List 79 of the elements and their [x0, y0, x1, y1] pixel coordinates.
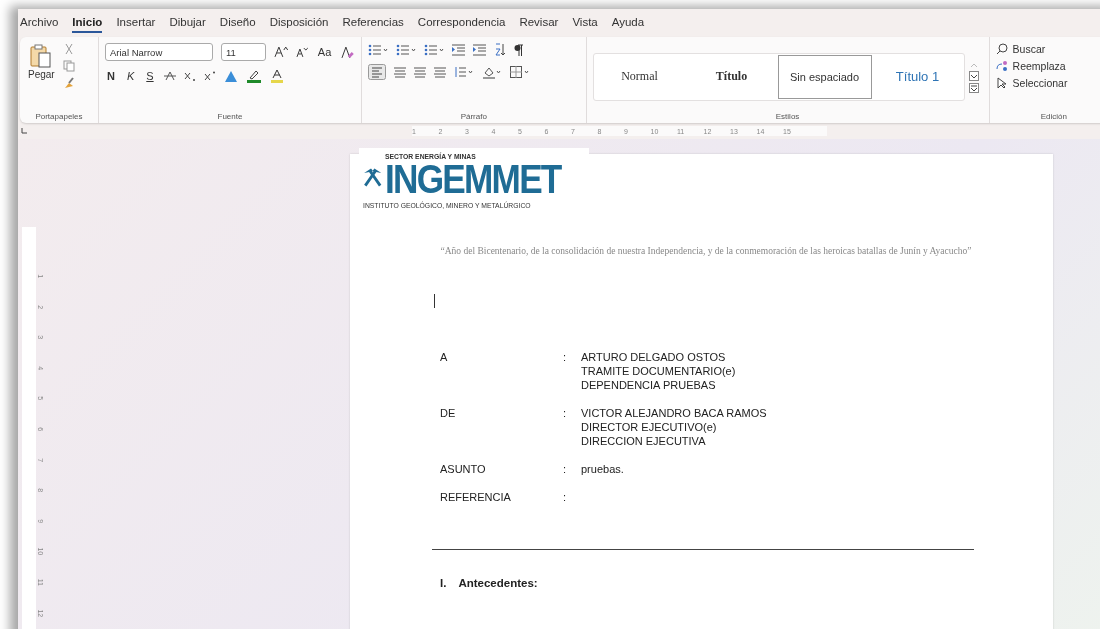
- memo-value: pruebas.: [581, 463, 624, 475]
- font-name-field[interactable]: Arial Narrow: [105, 43, 213, 61]
- memo-value: DIRECCION EJECUTIVA: [581, 435, 707, 447]
- memo-label: ASUNTO: [440, 463, 487, 475]
- memo-value: ARTURO DELGADO OSTOS: [581, 351, 727, 363]
- memo-value: DIRECTOR EJECUTIVO(e): [581, 421, 718, 433]
- text-effects-icon[interactable]: [223, 69, 238, 83]
- highlighter-icon[interactable]: [245, 69, 262, 83]
- style-option[interactable]: Título 1: [871, 54, 964, 99]
- scroll-down-icon[interactable]: [968, 70, 979, 81]
- style-option[interactable]: Sin espaciado: [777, 54, 872, 99]
- shrink-font-icon[interactable]: [296, 46, 308, 58]
- ribbon-tab[interactable]: Dibujar: [169, 13, 206, 33]
- editing-command[interactable]: Seleccionar: [995, 77, 1100, 89]
- ribbon-tab[interactable]: Revisar: [519, 13, 559, 33]
- memo-label: REFERENCIA: [440, 491, 512, 503]
- shading-icon[interactable]: [482, 65, 502, 79]
- logo-caption: INSTITUTO GEOLÓGICO, MINERO Y METALÚRGICO: [363, 201, 532, 210]
- list-icon[interactable]: [396, 43, 416, 56]
- tab-stop-icon[interactable]: [21, 128, 27, 134]
- group-label: Fuente: [216, 112, 244, 121]
- bold-button[interactable]: N: [105, 70, 117, 82]
- pilcrow-icon[interactable]: [514, 43, 523, 56]
- memo-colon: :: [563, 463, 568, 475]
- style-option[interactable]: Normal: [593, 54, 686, 99]
- memo-value: VICTOR ALEJANDRO BACA RAMOS: [581, 407, 767, 419]
- ribbon-tab[interactable]: Insertar: [116, 13, 156, 33]
- align-left-icon[interactable]: [368, 64, 386, 80]
- superscript-icon[interactable]: [203, 71, 216, 81]
- editing-command[interactable]: Reemplaza: [995, 60, 1100, 72]
- cursor-icon: [995, 77, 1008, 89]
- paste-button[interactable]: Pegar: [26, 41, 57, 112]
- font-size-field[interactable]: 11: [221, 43, 267, 61]
- logo-subtitle: SECTOR ENERGÍA Y MINAS: [385, 152, 478, 161]
- list-icon[interactable]: [368, 43, 388, 56]
- section-heading: Antecedentes:: [458, 577, 538, 589]
- memo-value: DEPENDENCIA PRUEBAS: [581, 379, 717, 391]
- ribbon-tab[interactable]: Diseño: [219, 13, 256, 33]
- ribbon-tab[interactable]: Referencias: [342, 13, 404, 33]
- memo-label: A: [440, 351, 449, 363]
- borders-icon[interactable]: [510, 66, 530, 78]
- brush-icon[interactable]: [62, 77, 75, 89]
- expand-icon[interactable]: [968, 82, 979, 93]
- text-cursor: [434, 294, 435, 308]
- italic-button[interactable]: K: [124, 70, 137, 82]
- group-label: Edición: [1039, 112, 1068, 121]
- ribbon-tab[interactable]: Vista: [572, 13, 598, 33]
- memo-colon: :: [563, 491, 568, 503]
- style-option[interactable]: Título: [685, 54, 778, 99]
- replace-icon: [995, 60, 1008, 72]
- clear-format-icon[interactable]: [341, 45, 355, 59]
- year-motto: “Año del Bicentenario, de la consolidación de nuestra Independencia, y de la conmemoración de las heroicas batallas de Junín y Ayacucho”: [439, 246, 973, 257]
- section-number: I.: [440, 577, 447, 589]
- memo-label: DE: [440, 407, 457, 419]
- memo-colon: :: [563, 407, 568, 419]
- clipboard-icon: [30, 43, 53, 69]
- memo-colon: :: [563, 351, 568, 363]
- strikethrough-icon[interactable]: [163, 71, 176, 81]
- grow-font-icon[interactable]: [274, 46, 289, 58]
- indent-icon[interactable]: [473, 43, 486, 56]
- ribbon-tab[interactable]: Correspondencia: [417, 13, 506, 33]
- font-color-icon[interactable]: [269, 69, 284, 83]
- group-label: Estilos: [774, 112, 801, 121]
- editing-command[interactable]: Buscar: [995, 43, 1100, 55]
- underline-button[interactable]: S: [144, 70, 156, 82]
- change-case-button[interactable]: Aa: [315, 46, 334, 58]
- logo-wordmark: INGEMMET: [385, 161, 562, 197]
- indent-icon[interactable]: [452, 43, 465, 56]
- ribbon-tab[interactable]: Archivo: [20, 13, 59, 33]
- search-icon: [995, 43, 1008, 55]
- subscript-icon[interactable]: [183, 71, 196, 81]
- ribbon-tab[interactable]: Disposición: [269, 13, 329, 33]
- list-icon[interactable]: [424, 43, 444, 56]
- group-label: Párrafo: [459, 112, 488, 121]
- sort-icon[interactable]: [494, 43, 506, 56]
- memo-value: TRAMITE DOCUMENTARIO(e): [581, 365, 736, 377]
- group-label: Portapapeles: [34, 112, 84, 121]
- ribbon-tab[interactable]: Ayuda: [611, 13, 645, 33]
- ribbon-tab[interactable]: Inicio: [72, 13, 103, 33]
